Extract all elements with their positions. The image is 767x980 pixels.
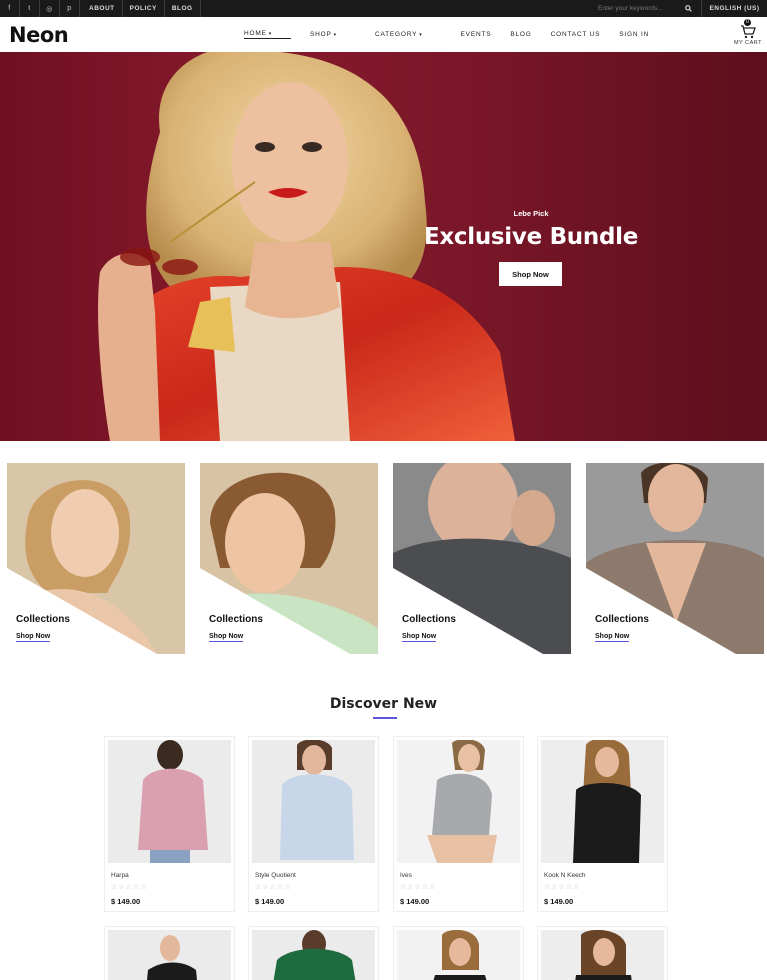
collection-card[interactable]: Collections Shop Now (586, 463, 764, 654)
collection-overlay (200, 568, 350, 654)
collection-title: Collections (16, 614, 70, 625)
collection-shop-link[interactable]: Shop Now (209, 633, 244, 642)
cart-button[interactable]: 0 MY CART (732, 19, 764, 46)
search-input[interactable] (592, 5, 680, 12)
product-image[interactable] (108, 930, 231, 980)
pinterest-icon[interactable]: p (60, 0, 80, 17)
hero-title: Exclusive Bundle (423, 224, 639, 250)
product-name[interactable]: Harpa (111, 872, 129, 879)
product-image[interactable] (252, 930, 375, 980)
product-card[interactable] (537, 926, 668, 980)
nav-item-contact[interactable]: CONTACT US (551, 31, 601, 38)
product-card[interactable] (393, 926, 524, 980)
cart-label: MY CART (733, 40, 763, 46)
nav-item-blog[interactable]: BLOG (510, 31, 531, 38)
collection-shop-link[interactable]: Shop Now (595, 633, 630, 642)
hero-kicker: Lebe Pick (513, 209, 549, 218)
collection-shop-link[interactable]: Shop Now (16, 633, 51, 642)
product-card[interactable]: Harpa ☆☆☆☆☆ $ 149.00 (104, 736, 235, 912)
product-name[interactable]: Kook N Keech (544, 872, 586, 879)
search-icon[interactable] (680, 0, 696, 17)
rating-stars: ☆☆☆☆☆ (544, 884, 581, 891)
product-price: $ 149.00 (255, 897, 285, 906)
collection-card[interactable]: Collections Shop Now (7, 463, 185, 654)
product-name[interactable]: Ives (400, 872, 412, 879)
collection-overlay (393, 568, 543, 654)
collection-title: Collections (209, 614, 263, 625)
rating-stars: ☆☆☆☆☆ (400, 884, 437, 891)
collection-card[interactable]: Collections Shop Now (393, 463, 571, 654)
top-link-about[interactable]: ABOUT (82, 0, 123, 17)
twitter-icon[interactable]: t (20, 0, 40, 17)
product-image[interactable] (252, 740, 375, 863)
collection-overlay (586, 568, 736, 654)
top-link-policy[interactable]: POLICY (123, 0, 165, 17)
collection-title: Collections (595, 614, 649, 625)
rating-stars: ☆☆☆☆☆ (255, 884, 292, 891)
product-card[interactable] (104, 926, 235, 980)
product-price: $ 149.00 (111, 897, 141, 906)
chevron-down-icon: ▾ (333, 32, 337, 38)
hero-shop-button[interactable]: Shop Now (499, 262, 562, 286)
nav-item-category[interactable]: CATEGORY ▾ (375, 31, 442, 38)
nav-item-label: SHOP (310, 31, 332, 38)
top-links: ABOUT POLICY BLOG (82, 0, 201, 17)
facebook-icon[interactable]: f (0, 0, 20, 17)
product-card[interactable]: Kook N Keech ☆☆☆☆☆ $ 149.00 (537, 736, 668, 912)
nav-item-signin[interactable]: SIGN IN (619, 31, 649, 38)
collection-card[interactable]: Collections Shop Now (200, 463, 378, 654)
product-image[interactable] (397, 930, 520, 980)
cart-icon (741, 25, 756, 39)
product-price: $ 149.00 (544, 897, 574, 906)
chevron-down-icon: ▾ (419, 32, 423, 38)
instagram-icon[interactable]: ◎ (40, 0, 60, 17)
product-image[interactable] (397, 740, 520, 863)
nav-item-home[interactable]: HOME ▾ (244, 30, 292, 39)
search-bar (592, 0, 700, 17)
section-title: Discover New (329, 696, 438, 712)
cart-count-badge: 0 (744, 19, 751, 26)
language-selector[interactable]: ENGLISH (US) (701, 0, 767, 17)
main-nav: HOME ▾ SHOP ▾ CATEGORY ▾ EVENTS BLOG CONTAC… (244, 17, 668, 52)
product-name[interactable]: Style Quotient (255, 872, 296, 879)
section-title-underline (373, 717, 397, 719)
product-card[interactable] (248, 926, 379, 980)
collection-title: Collections (402, 614, 456, 625)
nav-item-shop[interactable]: SHOP ▾ (310, 31, 356, 38)
top-link-blog[interactable]: BLOG (165, 0, 201, 17)
product-price: $ 149.00 (400, 897, 430, 906)
product-card[interactable]: Ives ☆☆☆☆☆ $ 149.00 (393, 736, 524, 912)
nav-item-label: CATEGORY (374, 31, 418, 38)
collection-overlay (7, 568, 157, 654)
nav-item-label: HOME (244, 30, 267, 37)
hero-banner: Lebe Pick Exclusive Bundle Shop Now (0, 52, 767, 441)
main-header: Neon HOME ▾ SHOP ▾ CATEGORY ▾ EVENTS BLOG C… (0, 17, 767, 52)
product-image[interactable] (541, 740, 664, 863)
chevron-down-icon: ▾ (268, 31, 273, 37)
product-card[interactable]: Style Quotient ☆☆☆☆☆ $ 149.00 (248, 736, 379, 912)
site-logo[interactable]: Neon (9, 23, 69, 47)
social-links: f t ◎ p (0, 0, 80, 17)
nav-item-events[interactable]: EVENTS (461, 31, 492, 38)
rating-stars: ☆☆☆☆☆ (111, 884, 148, 891)
product-image[interactable] (541, 930, 664, 980)
collection-shop-link[interactable]: Shop Now (402, 633, 437, 642)
product-image[interactable] (108, 740, 231, 863)
top-bar: f t ◎ p ABOUT POLICY BLOG ENGLISH (US) (0, 0, 767, 17)
